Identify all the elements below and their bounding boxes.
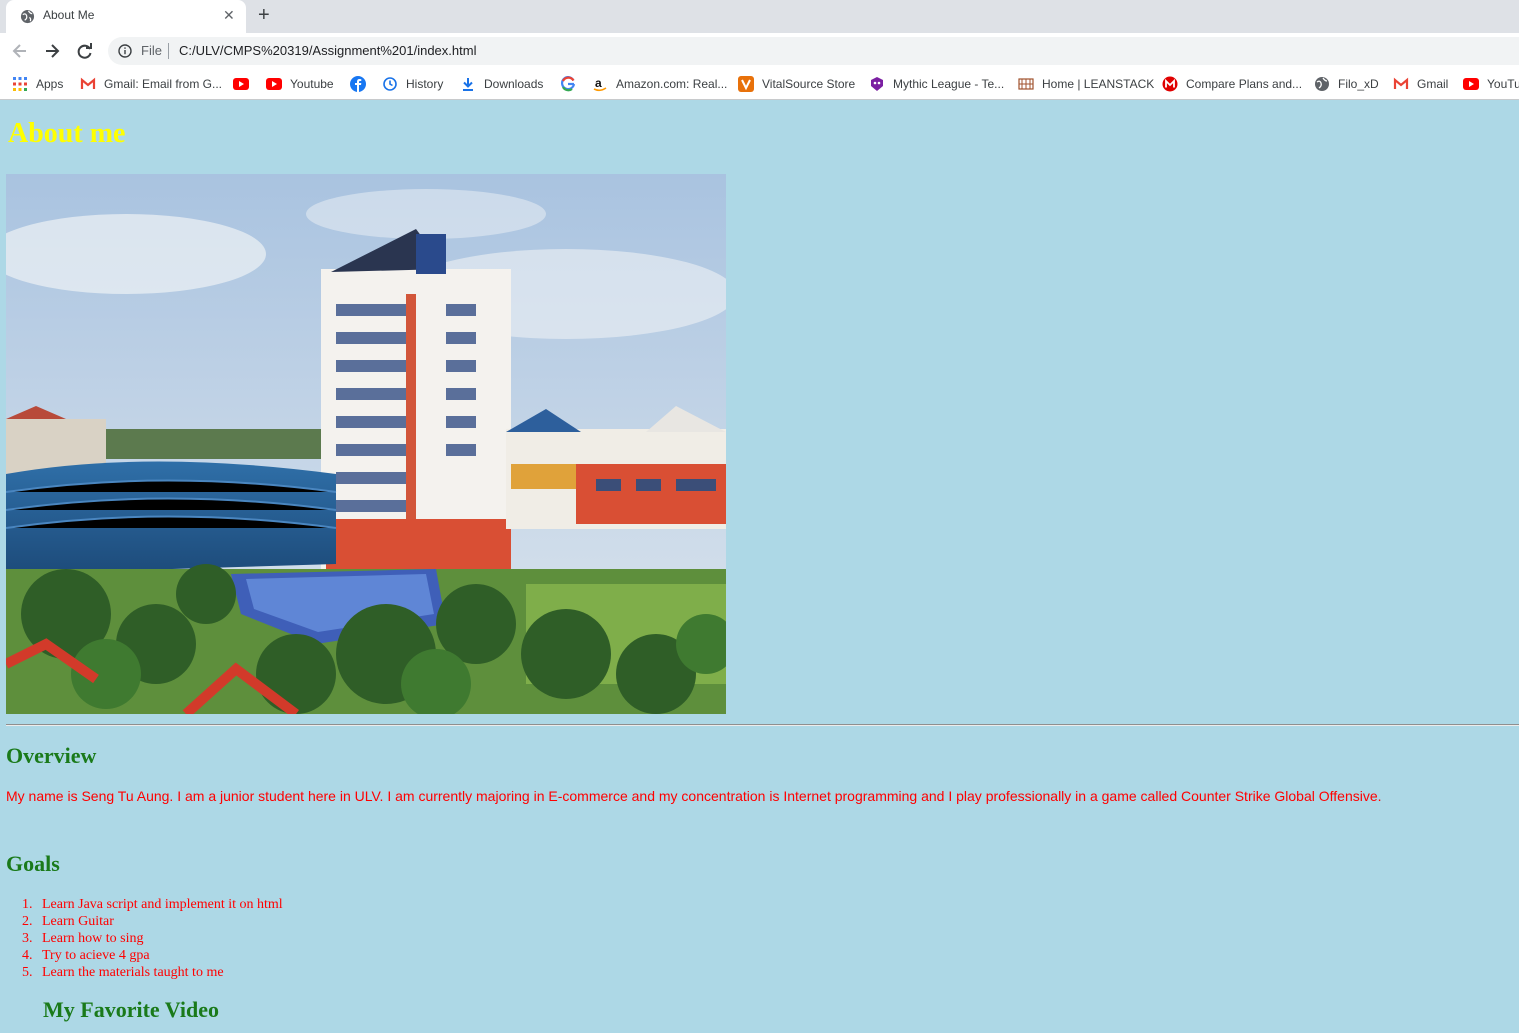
youtube-icon (266, 78, 282, 90)
goal-item: 4. Try to acieve 4 gpa (22, 948, 150, 963)
tab-strip: About Me ✕ + (0, 0, 1519, 33)
url-text[interactable]: C:/ULV/CMPS%20319/Assignment%201/index.h… (179, 43, 476, 58)
back-arrow-icon[interactable] (10, 41, 30, 61)
bookmark-label: Gmail: Email from G... (104, 77, 223, 91)
goal-item: 3. Learn how to sing (22, 931, 144, 946)
campus-photo (6, 174, 726, 714)
goal-item: 5. Learn the materials taught to me (22, 965, 224, 980)
bookmark-label: VitalSource Store (762, 77, 856, 91)
browser-toolbar: File C:/ULV/CMPS%20319/Assignment%201/in… (0, 33, 1519, 69)
download-icon (463, 78, 473, 91)
vitalsource-icon (738, 76, 754, 92)
svg-text:a: a (595, 76, 602, 90)
google-icon (560, 76, 576, 92)
overview-heading: Overview (6, 743, 97, 768)
forward-arrow-icon[interactable] (42, 41, 62, 61)
gmail-icon (1393, 77, 1409, 89)
bookmark-label: Compare Plans and... (1186, 77, 1303, 91)
tab-title: About Me (43, 8, 95, 22)
history-icon (383, 77, 397, 91)
mythic-league-icon (871, 77, 883, 91)
bookmarks-bar: Apps Gmail: Email from G... Youtube Hist… (0, 69, 1519, 100)
close-tab-icon[interactable]: ✕ (223, 7, 235, 24)
horizontal-divider (6, 724, 1519, 726)
globe-icon (20, 9, 35, 24)
overview-paragraph: My name is Seng Tu Aung. I am a junior s… (6, 788, 1382, 804)
goal-item: 2. Learn Guitar (22, 914, 114, 929)
leanstack-icon (1018, 78, 1034, 90)
bookmark-label: Downloads (484, 77, 544, 91)
goals-list: 1. Learn Java script and implement it on … (22, 896, 283, 981)
bookmark-label: Mythic League - Te... (893, 77, 1005, 91)
info-icon[interactable] (118, 44, 132, 58)
scheme-label: File (141, 43, 162, 58)
youtube-icon (1463, 78, 1479, 90)
goals-heading: Goals (6, 851, 60, 876)
apps-grid-icon (13, 77, 27, 91)
bookmark-label: History (406, 77, 444, 91)
facebook-icon (350, 76, 366, 92)
scheme-separator (168, 43, 169, 59)
amazon-icon: a (593, 76, 607, 92)
bookmark-label: Youtube (290, 77, 334, 91)
new-tab-button[interactable]: + (258, 4, 270, 27)
compare-plans-icon (1162, 76, 1178, 92)
bookmark-label: Gmail (1417, 77, 1449, 91)
favorite-video-heading: My Favorite Video (43, 997, 219, 1022)
goal-item: 1. Learn Java script and implement it on … (22, 897, 283, 912)
bookmark-label: YouTu (1487, 77, 1519, 91)
address-bar[interactable]: File C:/ULV/CMPS%20319/Assignment%201/in… (108, 37, 1519, 65)
bookmark-label: Apps (36, 77, 64, 91)
globe-icon (1315, 77, 1329, 91)
page-title: About me (8, 118, 126, 149)
reload-icon[interactable] (75, 41, 95, 61)
bookmark-label: Amazon.com: Real... (616, 77, 728, 91)
bookmark-label: Home | LEANSTACK (1042, 77, 1155, 91)
gmail-icon (80, 77, 96, 89)
bookmark-label: Filo_xD (1338, 77, 1379, 91)
browser-tab[interactable]: About Me ✕ (6, 0, 246, 33)
youtube-icon (233, 78, 249, 90)
